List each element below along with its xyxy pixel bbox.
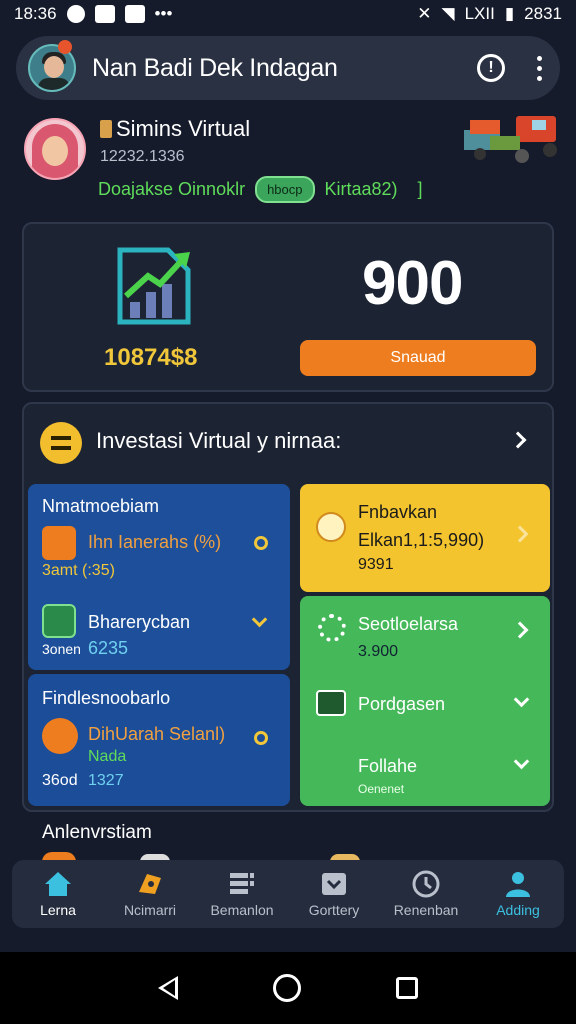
- trucks-illustration-icon: [464, 116, 557, 163]
- wifi-icon: ◥: [441, 4, 455, 23]
- tile-blue2-row-label: DihUarah Selanl): [88, 724, 226, 744]
- coin-icon: [40, 422, 82, 464]
- profile-tag-pill[interactable]: hbocp: [255, 176, 315, 203]
- avatar-badge-icon: [58, 40, 72, 54]
- growth-chart-icon: [117, 247, 191, 325]
- nav-item-home[interactable]: Lerna: [12, 860, 104, 928]
- tile-green-row3-label: Follahe: [358, 756, 418, 776]
- badge-icon: [100, 120, 112, 138]
- status-dot-2-icon: [254, 731, 268, 745]
- list-icon: [230, 873, 254, 894]
- gear-icon: [318, 614, 346, 642]
- status-right-text: 2831: [524, 4, 562, 23]
- tile-yellow-line3: 9391: [358, 556, 394, 573]
- profile-name: Simins Virtual: [100, 116, 250, 142]
- section-3-title: Anlenvrstiam: [42, 822, 152, 843]
- rocket-icon: [42, 718, 78, 754]
- investment-title: Investasi Virtual y nirnaa:: [96, 428, 342, 453]
- nav-item-profile[interactable]: Adding: [472, 860, 564, 928]
- tile-blue2-value-b: 1327: [88, 772, 124, 789]
- inbox-icon: [322, 873, 346, 895]
- home-circle-icon[interactable]: [272, 974, 301, 1002]
- status-bar: 18:36 ••• ✕ ◥ LXII ▮ 2831: [0, 0, 576, 28]
- tile-blue1-row1-label: Ihn Ianerahs (%): [88, 532, 222, 552]
- battery-icon: ▮: [504, 4, 515, 23]
- info-icon[interactable]: !: [477, 54, 505, 82]
- tile-blue1-row2-value: 6235: [88, 638, 129, 658]
- status-time: 18:36: [14, 4, 57, 23]
- tag-icon: [139, 874, 161, 894]
- profile-tag-green: Doajakse Oinnoklr: [98, 179, 246, 199]
- more-options-icon[interactable]: [537, 55, 542, 81]
- wallet-icon: [316, 690, 346, 716]
- person-icon: [316, 512, 346, 542]
- clock-icon: [412, 870, 440, 898]
- nav-item-inbox[interactable]: Gorttery: [288, 860, 380, 928]
- tile-blue1-heading: Nmatmoebiam: [42, 496, 160, 516]
- tile-green-row1-label: Seotloelarsa: [358, 614, 459, 634]
- tile-green-row2-label: Pordgasen: [358, 694, 446, 714]
- back-icon[interactable]: [157, 976, 178, 1000]
- nav-item-clock[interactable]: Renenban: [380, 860, 472, 928]
- profile-icon: [506, 872, 530, 897]
- status-dot-icon: [254, 536, 268, 550]
- tile-blue2-heading: Findlesnoobarlo: [42, 688, 171, 708]
- app-notification-icon: [94, 5, 115, 23]
- bag-icon: [42, 526, 76, 560]
- app-title: Nan Badi Dek Indagan: [92, 53, 338, 82]
- profile-tags: Doajakse Oinnoklr hbocp Kirtaa82) ]: [98, 176, 423, 203]
- stat-big-value: 900: [362, 249, 463, 318]
- tile-yellow-label: Fnbavkan: [358, 502, 438, 522]
- tile-blue1-row1-value: 3amt (:35): [42, 562, 115, 579]
- tile-blue1-row2-label: Bharerycban: [88, 612, 191, 632]
- profile-tag-bracket: ]: [417, 179, 423, 199]
- more-notifications-icon: •••: [154, 4, 173, 23]
- stat-amount: 10874$8: [104, 344, 198, 371]
- message-notification-icon: [124, 5, 145, 23]
- network-type: LXII: [464, 4, 495, 23]
- profile-avatar[interactable]: [24, 118, 86, 180]
- mute-icon: ✕: [417, 4, 432, 23]
- home-icon: [45, 872, 71, 896]
- tile-blue2-value-a: 36od: [42, 772, 78, 789]
- notification-icon: [66, 5, 85, 23]
- profile-id: 12232.1336: [100, 148, 185, 165]
- profile-tag-right: Kirtaa82): [324, 179, 398, 199]
- tile-yellow-line2: Elkan1,1:5,990): [358, 530, 485, 550]
- nav-item-tag[interactable]: Ncimarri: [104, 860, 196, 928]
- tile-blue2-row-sub: Nada: [88, 748, 127, 765]
- app-bar: Nan Badi Dek Indagan !: [16, 36, 560, 100]
- nav-item-list[interactable]: Bemanlon: [196, 860, 288, 928]
- tile-green-row1-value: 3.900: [358, 643, 399, 660]
- system-nav-bar: [0, 952, 576, 1024]
- chart-small-icon: [42, 604, 76, 638]
- tile-green-row3-sub: Oenenet: [358, 782, 405, 796]
- primary-action-button[interactable]: Snauad: [300, 340, 536, 376]
- bottom-nav: Lerna Ncimarri Bemanlon Gorttery Renenba…: [12, 860, 564, 928]
- recent-apps-icon[interactable]: [396, 977, 419, 999]
- tile-blue1-row2-sub: 3onen: [42, 641, 81, 657]
